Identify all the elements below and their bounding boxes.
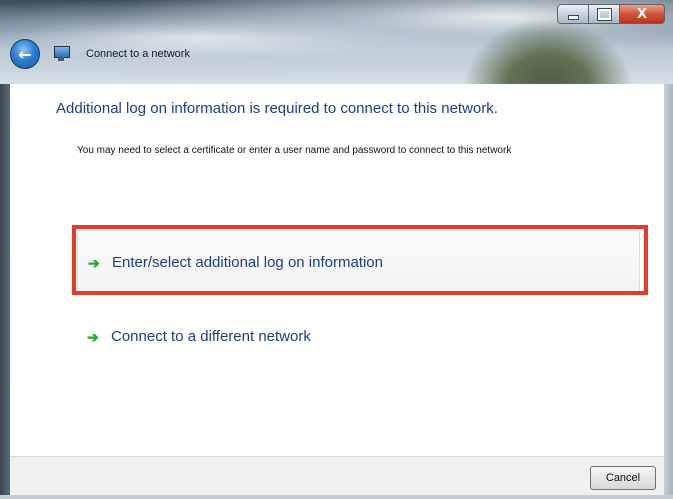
close-icon: X <box>636 6 648 22</box>
background-trees <box>463 18 633 88</box>
footer-bar: Cancel <box>10 456 664 499</box>
cancel-button[interactable]: Cancel <box>590 466 656 490</box>
connect-different-network-label: Connect to a different network <box>111 327 311 345</box>
close-button[interactable]: X <box>619 4 665 24</box>
highlight-box <box>72 225 648 295</box>
maximize-button[interactable] <box>588 4 620 24</box>
window-frame-right <box>664 84 673 499</box>
maximize-icon <box>596 7 612 21</box>
minimize-icon <box>567 14 579 20</box>
green-arrow-icon: ➔ <box>87 329 99 345</box>
description-text: You may need to select a certificate or … <box>77 145 512 156</box>
connect-different-network-option[interactable]: ➔ Connect to a different network <box>77 306 638 366</box>
title-bar: X ← Connect to a network <box>0 0 673 88</box>
minimize-button[interactable] <box>557 4 589 24</box>
window-title: Connect to a network <box>86 48 190 60</box>
back-arrow-icon: ← <box>18 44 32 64</box>
caption-buttons: X <box>557 4 665 24</box>
nav-row: ← Connect to a network <box>10 36 190 72</box>
back-button[interactable]: ← <box>10 39 40 69</box>
window-frame-bottom <box>0 495 673 499</box>
content-area: Additional log on information is require… <box>10 84 664 499</box>
page-heading: Additional log on information is require… <box>56 100 498 117</box>
connect-to-network-window: X ← Connect to a network Additional log … <box>0 0 673 499</box>
window-frame-left <box>0 84 10 499</box>
network-icon <box>52 44 72 64</box>
